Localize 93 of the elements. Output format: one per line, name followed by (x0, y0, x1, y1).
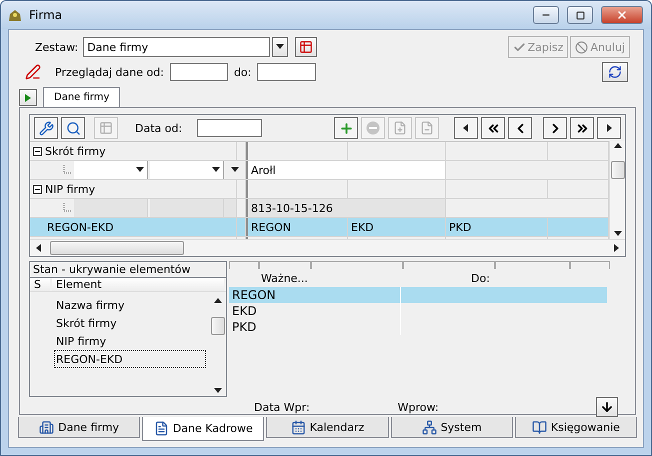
search-icon (66, 120, 80, 136)
date-from-field[interactable] (170, 63, 228, 81)
expand-button[interactable] (19, 89, 37, 106)
check-icon (512, 40, 526, 54)
dropdown-field[interactable] (74, 161, 148, 179)
dropdown-button[interactable] (272, 37, 288, 57)
first-icon (461, 123, 471, 133)
tab[interactable]: Kalendarz (266, 417, 389, 438)
maximize-icon (576, 10, 584, 20)
last-button[interactable] (597, 117, 621, 139)
tab[interactable]: Dane firmy (18, 417, 140, 438)
field-label: Wprow: (398, 400, 439, 414)
minimize-button[interactable] (533, 6, 559, 24)
plus-icon (338, 120, 354, 136)
back-button[interactable] (508, 117, 532, 139)
scrollbar-thumb[interactable] (50, 241, 184, 255)
scroll-up-icon (612, 141, 622, 151)
list-row[interactable]: EKD (229, 303, 607, 319)
tab[interactable]: Dane Kadrowe (142, 417, 264, 441)
ban-icon (575, 40, 588, 54)
tab-icon (532, 420, 547, 434)
set-edit-button[interactable] (295, 37, 318, 57)
tools-button[interactable] (34, 117, 58, 139)
window-title: Firma (29, 8, 64, 22)
file-minus-icon (420, 121, 434, 135)
table-icon (299, 40, 314, 54)
tree-node-label[interactable]: REGON-EKD (30, 218, 237, 236)
fast-back-button[interactable] (481, 117, 505, 139)
value-field[interactable]: Arołl (246, 161, 446, 179)
tab-icon (154, 421, 169, 436)
tab[interactable]: Dane firmy (43, 87, 120, 107)
tab-icon (422, 420, 437, 434)
scroll-left-icon (34, 243, 44, 253)
refresh-button[interactable] (602, 62, 628, 82)
search-button[interactable] (61, 117, 85, 139)
table-cell: PKD (446, 218, 548, 236)
table-cell: REGON (246, 218, 348, 236)
date-field[interactable] (197, 119, 262, 137)
date-label: Data od: (135, 122, 182, 134)
selected-row[interactable]: REGON-EKD REGON EKD PKD (30, 218, 609, 237)
scroll-up-icon (213, 296, 223, 306)
refresh-icon (608, 65, 622, 79)
panel-title: Stan - ukrywanie elementów (33, 262, 190, 276)
table-cell: 813-10-15-126 (246, 199, 446, 217)
table-cell: EKD (348, 218, 446, 236)
first-button[interactable] (454, 117, 478, 139)
minus-circle-icon (366, 121, 380, 135)
grid-icon (99, 121, 113, 135)
maximize-button[interactable] (567, 6, 593, 24)
forward-button[interactable] (543, 117, 567, 139)
list-item[interactable]: REGON-EKD (54, 350, 206, 368)
fast-forward-button[interactable] (570, 117, 594, 139)
collapse-icon[interactable] (33, 146, 42, 156)
list-row[interactable]: REGON (229, 287, 607, 303)
scrollbar-thumb[interactable] (610, 161, 624, 179)
close-icon (616, 9, 628, 21)
tree-node-label[interactable]: NIP firmy (45, 182, 96, 196)
play-icon (24, 92, 32, 102)
add-button[interactable] (334, 117, 358, 139)
zestaw-label: Zestaw: (35, 40, 78, 54)
last-icon (604, 123, 614, 133)
close-button[interactable] (601, 6, 643, 24)
column-header: Do: (470, 270, 491, 286)
wrench-icon (38, 120, 54, 136)
app-icon (7, 7, 23, 23)
column-header[interactable]: S (30, 278, 50, 291)
scroll-right-icon (611, 243, 621, 253)
column-header: Ważne... (260, 270, 309, 286)
browse-label: Przeglądaj dane od: (55, 66, 164, 78)
tree-connector-icon (63, 165, 71, 175)
tab-icon (290, 420, 306, 434)
horizontal-scrollbar[interactable] (30, 239, 625, 256)
tab[interactable]: System (390, 417, 513, 438)
zestaw-combo[interactable]: Dane firmy (83, 37, 270, 57)
list-item[interactable]: Nazwa firmy (54, 296, 206, 314)
to-label: do: (234, 66, 252, 78)
vertical-scrollbar[interactable] (609, 141, 625, 239)
tab-icon (39, 420, 54, 434)
down-button[interactable] (596, 397, 618, 417)
dropdown-field[interactable] (150, 161, 224, 179)
file-plus-icon (393, 121, 407, 135)
column-header[interactable]: Element (52, 278, 224, 291)
scrollbar-thumb[interactable] (211, 317, 225, 335)
tree-node-label[interactable]: Skrót firmy (45, 144, 106, 158)
tree-connector-icon (63, 203, 71, 213)
edit-icon (25, 64, 41, 80)
list-item[interactable]: Skrót firmy (54, 314, 206, 332)
list-item[interactable]: NIP firmy (54, 332, 206, 350)
tab[interactable]: Księgowanie (514, 417, 638, 438)
collapse-icon[interactable] (33, 184, 42, 194)
date-to-field[interactable] (257, 63, 316, 81)
list-row[interactable]: PKD (229, 319, 607, 335)
field-label: Data Wpr: (254, 400, 310, 414)
